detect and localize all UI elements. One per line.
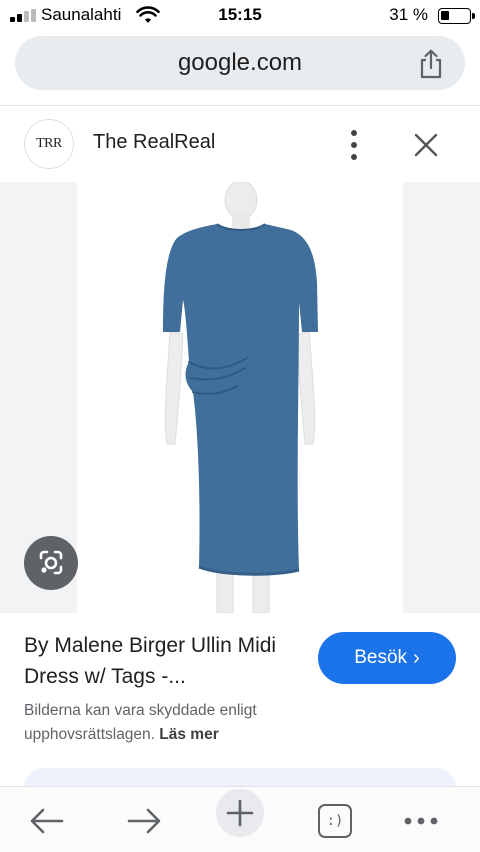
source-header: TRR The RealReal: [0, 108, 480, 182]
learn-more-link[interactable]: Läs mer: [159, 726, 218, 743]
visit-label: Besök: [354, 647, 408, 668]
back-button[interactable]: [27, 801, 67, 841]
dress-on-mannequin-illustration: [163, 180, 318, 614]
address-bar[interactable]: google.com: [15, 36, 465, 90]
product-image[interactable]: [77, 180, 403, 614]
chevron-right-icon: ›: [413, 646, 420, 669]
plus-icon: [226, 799, 254, 827]
battery-icon: [438, 8, 475, 24]
result-title[interactable]: By Malene Birger Ullin Midi Dress w/ Tag…: [24, 630, 304, 692]
url-text[interactable]: google.com: [15, 49, 465, 77]
forward-button[interactable]: [124, 801, 164, 841]
more-vert-icon[interactable]: [347, 130, 361, 160]
menu-button[interactable]: [401, 801, 441, 841]
tabs-icon: :): [318, 804, 352, 838]
source-name[interactable]: The RealReal: [93, 131, 215, 154]
tabs-button[interactable]: :): [315, 801, 355, 841]
new-tab-button[interactable]: [216, 789, 264, 837]
lens-button[interactable]: [24, 536, 78, 590]
lens-icon: [39, 550, 63, 575]
divider: [0, 105, 480, 106]
more-horiz-icon: [404, 817, 438, 825]
forward-icon: [127, 808, 161, 834]
back-icon: [30, 808, 64, 834]
copyright-notice: Bilderna kan vara skyddade enligt upphov…: [24, 702, 257, 743]
battery-percent: 31 %: [389, 5, 428, 24]
status-bar: Saunalahti 15:15 31 %: [0, 0, 480, 32]
close-icon[interactable]: [410, 129, 442, 161]
share-icon[interactable]: [417, 49, 445, 79]
bottom-toolbar: :): [0, 786, 480, 852]
visit-button[interactable]: Besök ›: [318, 632, 456, 684]
site-logo[interactable]: TRR: [24, 119, 74, 169]
